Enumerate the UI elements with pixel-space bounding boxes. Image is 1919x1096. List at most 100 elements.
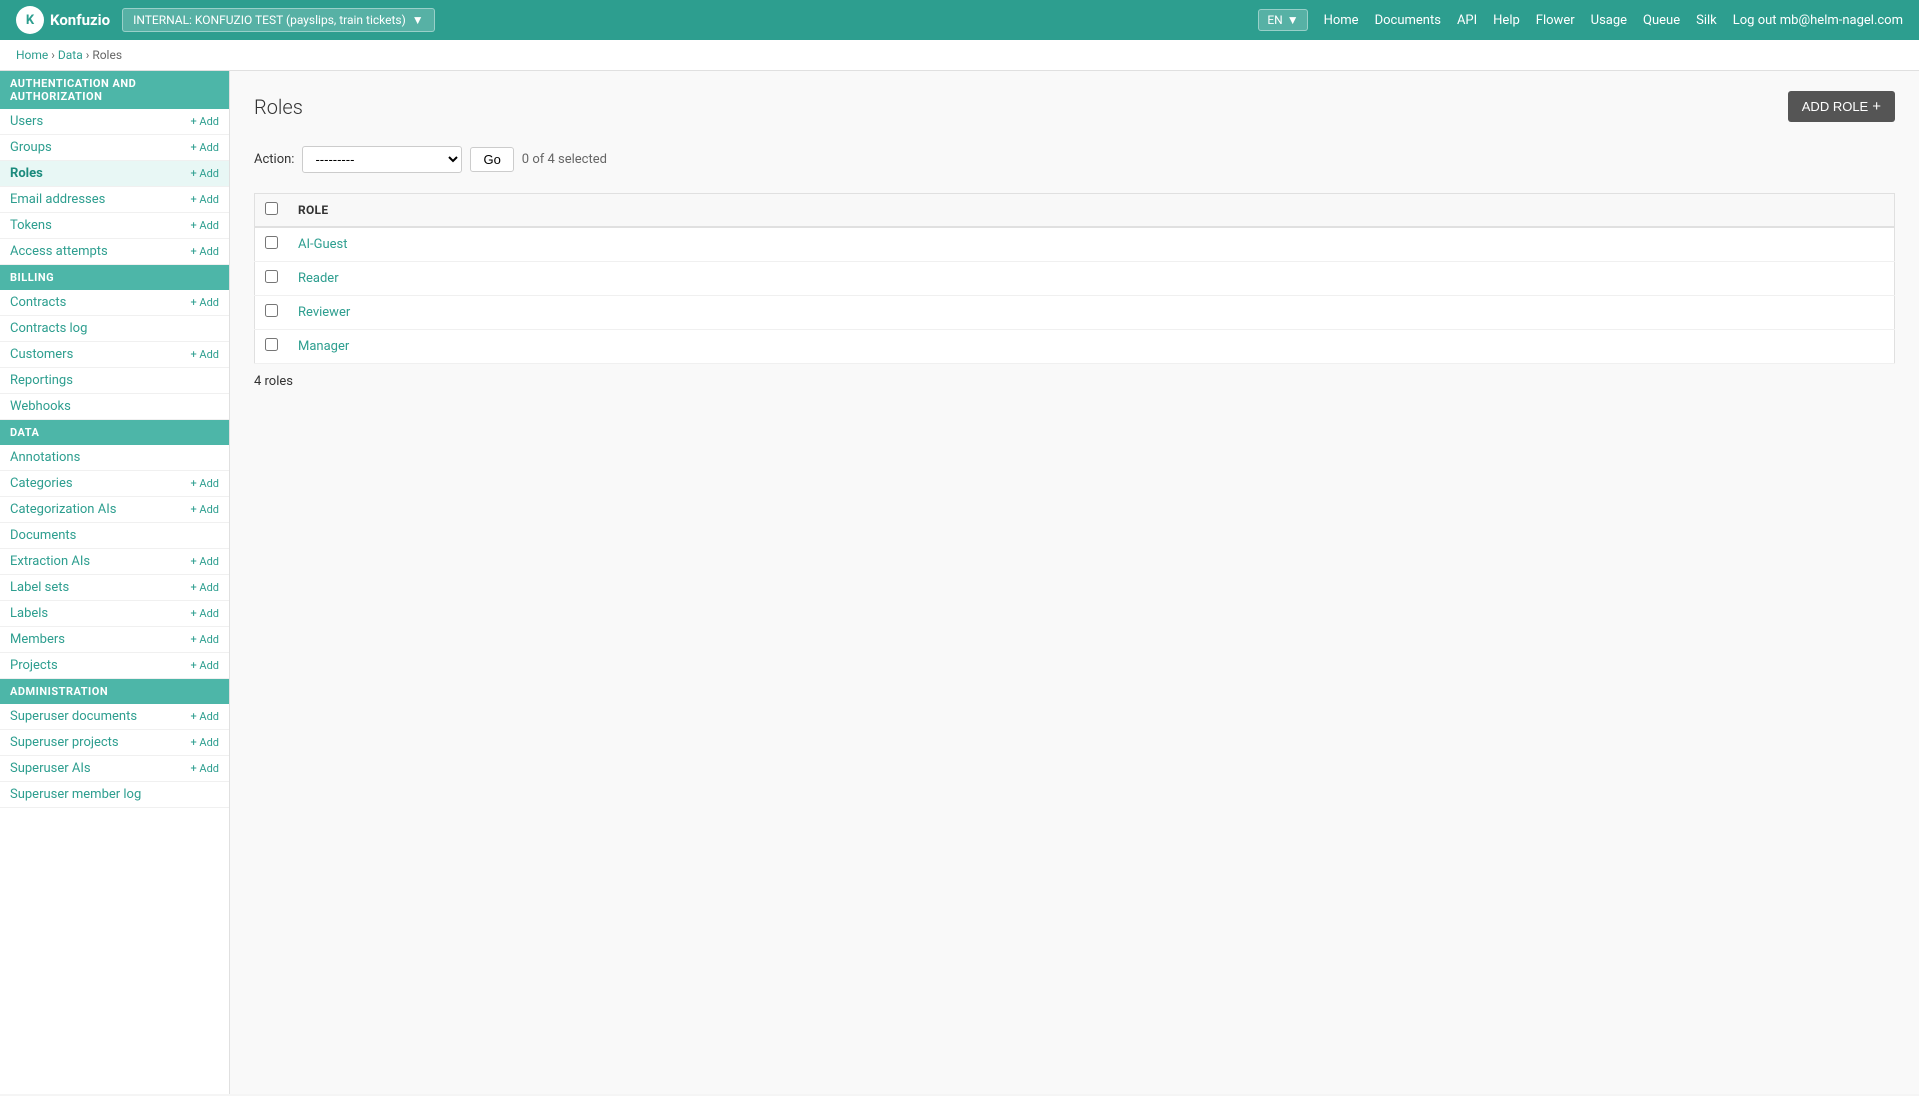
role-link-ai-guest[interactable]: AI-Guest [298, 237, 348, 252]
sidebar-item-customers[interactable]: Customers + Add [0, 342, 229, 368]
sidebar-labels-add[interactable]: + Add [190, 607, 219, 620]
logo-text: Konfuzio [50, 11, 110, 29]
sidebar-label-sets-add[interactable]: + Add [190, 581, 219, 594]
documents-link[interactable]: Documents [1375, 13, 1441, 28]
logo-link[interactable]: K Konfuzio [16, 6, 110, 34]
sidebar-contracts-label[interactable]: Contracts [10, 295, 66, 310]
table-row: AI-Guest [255, 227, 1895, 262]
sidebar-webhooks-label[interactable]: Webhooks [10, 399, 71, 414]
sidebar-item-contracts[interactable]: Contracts + Add [0, 290, 229, 316]
row-checkbox-1[interactable] [265, 236, 278, 249]
sidebar-reportings-label[interactable]: Reportings [10, 373, 73, 388]
sidebar-groups-label[interactable]: Groups [10, 140, 52, 155]
sidebar-superuser-projects-label[interactable]: Superuser projects [10, 735, 119, 750]
sidebar-users-add[interactable]: + Add [190, 115, 219, 128]
sidebar-projects-add[interactable]: + Add [190, 659, 219, 672]
role-link-reader[interactable]: Reader [298, 271, 339, 286]
usage-link[interactable]: Usage [1591, 13, 1627, 28]
sidebar-tokens-label[interactable]: Tokens [10, 218, 52, 233]
logout-link[interactable]: Log out mb@helm-nagel.com [1733, 13, 1903, 28]
breadcrumb-home[interactable]: Home [16, 48, 48, 62]
sidebar-item-projects[interactable]: Projects + Add [0, 653, 229, 679]
sidebar-categories-add[interactable]: + Add [190, 477, 219, 490]
row-checkbox-3[interactable] [265, 304, 278, 317]
home-link[interactable]: Home [1324, 13, 1359, 28]
row-checkbox-4[interactable] [265, 338, 278, 351]
add-role-button[interactable]: ADD ROLE + [1788, 91, 1895, 122]
role-link-reviewer[interactable]: Reviewer [298, 305, 350, 320]
sidebar-superuser-projects-add[interactable]: + Add [190, 736, 219, 749]
sidebar-item-superuser-documents[interactable]: Superuser documents + Add [0, 704, 229, 730]
sidebar-roles-label[interactable]: Roles [10, 166, 43, 181]
sidebar-item-documents[interactable]: Documents [0, 523, 229, 549]
go-button[interactable]: Go [470, 147, 513, 172]
sidebar-item-webhooks[interactable]: Webhooks [0, 394, 229, 420]
sidebar-labels-label[interactable]: Labels [10, 606, 48, 621]
row-checkbox-2[interactable] [265, 270, 278, 283]
sidebar-customers-add[interactable]: + Add [190, 348, 219, 361]
sidebar-documents-label[interactable]: Documents [10, 528, 76, 543]
sidebar-item-categorization-ais[interactable]: Categorization AIs + Add [0, 497, 229, 523]
sidebar-item-superuser-projects[interactable]: Superuser projects + Add [0, 730, 229, 756]
sidebar-categories-label[interactable]: Categories [10, 476, 73, 491]
sidebar-access-attempts-add[interactable]: + Add [190, 245, 219, 258]
lang-button[interactable]: EN ▼ [1258, 9, 1307, 31]
sidebar-superuser-documents-add[interactable]: + Add [190, 710, 219, 723]
sidebar-item-reportings[interactable]: Reportings [0, 368, 229, 394]
sidebar-label-sets-label[interactable]: Label sets [10, 580, 69, 595]
sidebar-item-categories[interactable]: Categories + Add [0, 471, 229, 497]
sidebar-groups-add[interactable]: + Add [190, 141, 219, 154]
sidebar-members-add[interactable]: + Add [190, 633, 219, 646]
select-all-checkbox[interactable] [265, 202, 278, 215]
sidebar-members-label[interactable]: Members [10, 632, 65, 647]
sidebar-item-tokens[interactable]: Tokens + Add [0, 213, 229, 239]
sidebar-item-labels[interactable]: Labels + Add [0, 601, 229, 627]
sidebar-email-addresses-add[interactable]: + Add [190, 193, 219, 206]
queue-link[interactable]: Queue [1643, 13, 1680, 28]
sidebar-contracts-add[interactable]: + Add [190, 296, 219, 309]
sidebar-item-extraction-ais[interactable]: Extraction AIs + Add [0, 549, 229, 575]
sidebar-extraction-ais-label[interactable]: Extraction AIs [10, 554, 90, 569]
role-link-manager[interactable]: Manager [298, 339, 349, 354]
sidebar-superuser-ais-add[interactable]: + Add [190, 762, 219, 775]
env-dropdown[interactable]: INTERNAL: KONFUZIO TEST (payslips, train… [122, 8, 435, 32]
sidebar-item-members[interactable]: Members + Add [0, 627, 229, 653]
sidebar-annotations-label[interactable]: Annotations [10, 450, 80, 465]
sidebar-item-label-sets[interactable]: Label sets + Add [0, 575, 229, 601]
action-bar: Action: --------- Delete selected roles … [254, 138, 1895, 181]
sidebar-item-annotations[interactable]: Annotations [0, 445, 229, 471]
sidebar-users-label[interactable]: Users [10, 114, 43, 129]
sidebar-categorization-ais-add[interactable]: + Add [190, 503, 219, 516]
sidebar-access-attempts-label[interactable]: Access attempts [10, 244, 108, 259]
sidebar-contracts-log-label[interactable]: Contracts log [10, 321, 87, 336]
sidebar-superuser-documents-label[interactable]: Superuser documents [10, 709, 137, 724]
breadcrumb-data[interactable]: Data [58, 48, 83, 62]
silk-link[interactable]: Silk [1696, 13, 1717, 28]
sidebar-item-email-addresses[interactable]: Email addresses + Add [0, 187, 229, 213]
sidebar-superuser-member-log-label[interactable]: Superuser member log [10, 787, 141, 802]
page-title: Roles [254, 95, 303, 119]
sidebar-section-administration: ADMINISTRATION [0, 679, 229, 704]
flower-link[interactable]: Flower [1536, 13, 1575, 28]
sidebar-email-addresses-label[interactable]: Email addresses [10, 192, 105, 207]
sidebar-item-contracts-log[interactable]: Contracts log [0, 316, 229, 342]
selected-count: 0 of 4 selected [522, 152, 607, 167]
sidebar-item-groups[interactable]: Groups + Add [0, 135, 229, 161]
sidebar-item-superuser-ais[interactable]: Superuser AIs + Add [0, 756, 229, 782]
action-select[interactable]: --------- Delete selected roles [302, 146, 462, 173]
sidebar-projects-label[interactable]: Projects [10, 658, 58, 673]
sidebar-item-access-attempts[interactable]: Access attempts + Add [0, 239, 229, 265]
table-select-all-header [255, 194, 289, 228]
sidebar-categorization-ais-label[interactable]: Categorization AIs [10, 502, 116, 517]
sidebar-roles-add[interactable]: + Add [190, 167, 219, 180]
sidebar-item-users[interactable]: Users + Add [0, 109, 229, 135]
sidebar-tokens-add[interactable]: + Add [190, 219, 219, 232]
sidebar-superuser-ais-label[interactable]: Superuser AIs [10, 761, 91, 776]
api-link[interactable]: API [1457, 13, 1477, 28]
sidebar-item-superuser-member-log[interactable]: Superuser member log [0, 782, 229, 808]
sidebar-customers-label[interactable]: Customers [10, 347, 73, 362]
help-link[interactable]: Help [1493, 13, 1520, 28]
row-checkbox-cell [255, 330, 289, 364]
sidebar-extraction-ais-add[interactable]: + Add [190, 555, 219, 568]
sidebar-item-roles[interactable]: Roles + Add [0, 161, 229, 187]
